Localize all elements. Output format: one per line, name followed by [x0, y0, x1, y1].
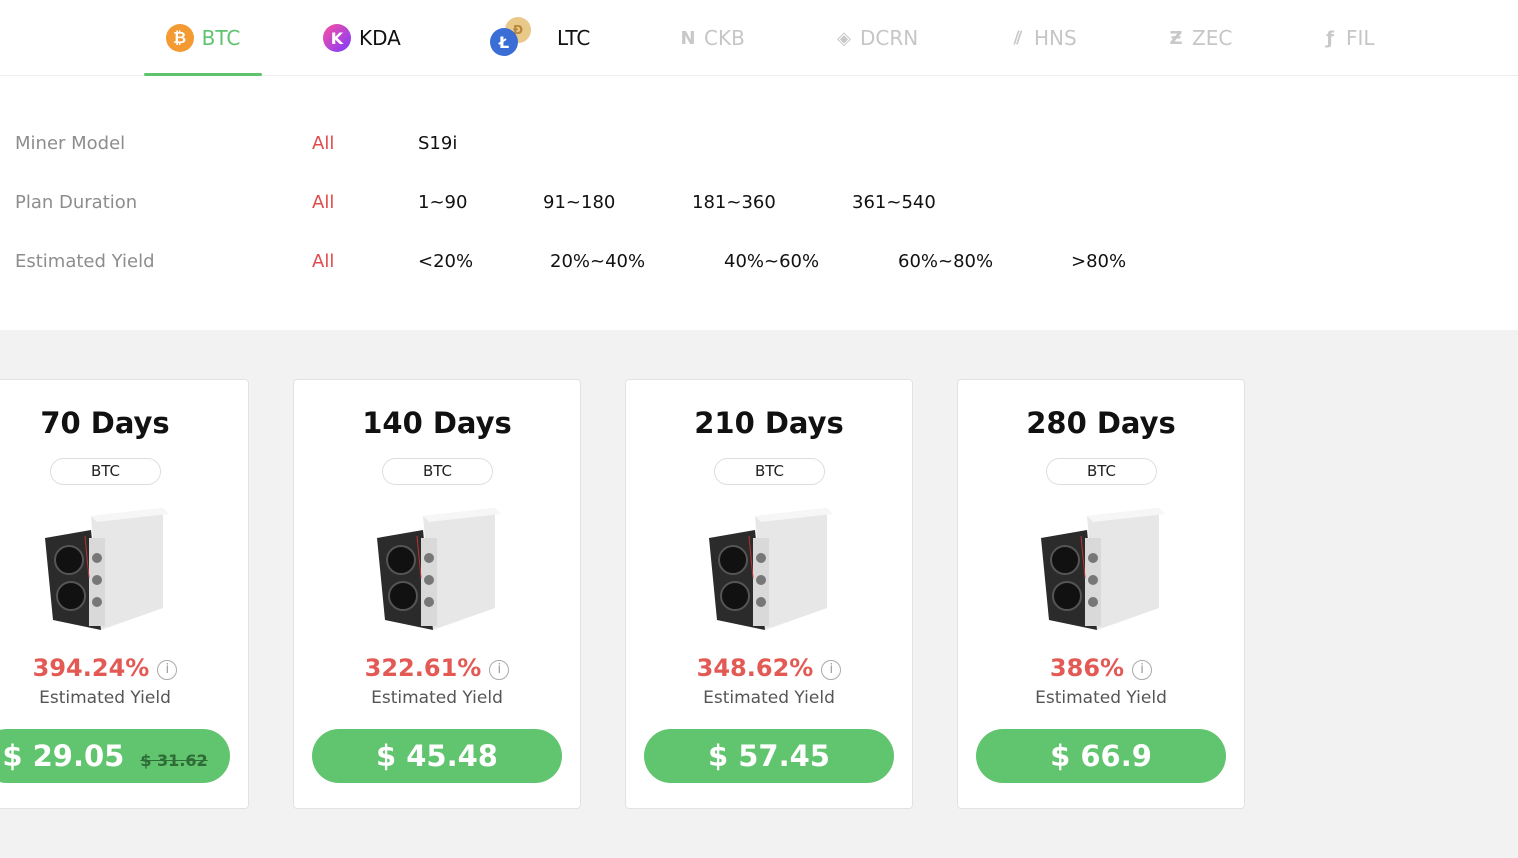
info-icon[interactable]: i [157, 660, 178, 680]
filter-option-60-80[interactable]: 60%~80% [898, 251, 993, 272]
tab-label: BTC [201, 26, 241, 50]
tab-label: HNS [1034, 26, 1077, 50]
tab-ltc[interactable]: Ð Ł LTC [490, 0, 590, 76]
tab-label: ZEC [1192, 26, 1233, 50]
tab-kda[interactable]: K KDA [323, 0, 401, 76]
yield-percent: 386% [1049, 654, 1125, 682]
filter-option-all[interactable]: All [312, 251, 334, 272]
price: $ 29.05 [2, 739, 125, 773]
tab-zec[interactable]: Ƶ ZEC [1164, 0, 1232, 76]
coin-badge: BTC [50, 458, 161, 485]
price: $ 57.45 [707, 739, 830, 773]
coin-badge: BTC [382, 458, 493, 485]
filter-option-40-60[interactable]: 40%~60% [724, 251, 819, 272]
buy-button[interactable]: $ 29.05 $ 31.62 [0, 729, 230, 783]
filter-option-91-180[interactable]: 91~180 [543, 192, 615, 213]
estimated-yield-label: Estimated Yield [39, 688, 171, 708]
plan-duration-title: 70 Days [40, 406, 170, 440]
filter-option-181-360[interactable]: 181~360 [692, 192, 776, 213]
filter-option-all[interactable]: All [312, 192, 334, 213]
tab-btc[interactable]: ₿ BTC [144, 0, 262, 76]
estimated-yield-value: 394.24% i [0, 654, 248, 682]
tab-label: FIL [1346, 26, 1375, 50]
original-price: $ 31.62 [140, 751, 208, 770]
coin-badge: BTC [1046, 458, 1157, 485]
estimated-yield-label: Estimated Yield [1035, 688, 1167, 708]
filter-label: Estimated Yield [15, 250, 155, 272]
tab-fil[interactable]: ƒ FIL [1318, 0, 1375, 76]
price: $ 45.48 [375, 739, 498, 773]
decred-icon: ◈ [837, 27, 851, 49]
tab-label: LTC [557, 26, 591, 50]
handshake-icon: ⫽ [1013, 27, 1023, 49]
buy-button[interactable]: $ 45.48 [312, 729, 562, 783]
price: $ 66.9 [1050, 739, 1152, 773]
litecoin-coin: Ł [490, 28, 518, 56]
litecoin-icon: Ð Ł [490, 15, 534, 60]
filter-panel: Miner Model All S19i Plan Duration All 1… [0, 76, 1518, 330]
plan-card[interactable]: 280 Days BTC 386% i Estimated Yield $ 66.… [957, 379, 1245, 809]
buy-button[interactable]: $ 66.9 [976, 729, 1226, 783]
yield-percent: 322.61% [364, 654, 482, 682]
tab-label: DCRN [860, 26, 919, 50]
plan-card[interactable]: 210 Days BTC 348.62% i Estimated Yield $ … [625, 379, 913, 809]
estimated-yield-value: 386% i [958, 654, 1244, 682]
plan-duration-title: 210 Days [694, 406, 844, 440]
tab-label: KDA [359, 26, 401, 50]
filter-label: Plan Duration [15, 191, 138, 213]
info-icon[interactable]: i [1132, 660, 1153, 680]
coin-tab-bar: ₿ BTC K KDA Ð Ł LTC Ν CKB ◈ DCRN ⫽ HNS Ƶ… [0, 0, 1518, 76]
filter-option-s19i[interactable]: S19i [418, 133, 457, 154]
estimated-yield-value: 348.62% i [626, 654, 912, 682]
plan-card[interactable]: 140 Days BTC 322.61% i Estimated Yield $ … [293, 379, 581, 809]
yield-percent: 394.24% [32, 654, 150, 682]
tab-ckb[interactable]: Ν CKB [676, 0, 745, 76]
asic-miner-image [1041, 508, 1165, 630]
plan-card[interactable]: 70 Days BTC 394.24% i Estimated Yield $ 2… [0, 379, 249, 809]
kadena-icon: K [323, 24, 351, 52]
filter-option-gt-80[interactable]: >80% [1071, 251, 1126, 272]
estimated-yield-label: Estimated Yield [703, 688, 835, 708]
estimated-yield-label: Estimated Yield [371, 688, 503, 708]
tab-dcrn[interactable]: ◈ DCRN [832, 0, 918, 76]
buy-button[interactable]: $ 57.45 [644, 729, 894, 783]
yield-percent: 348.62% [696, 654, 814, 682]
asic-miner-image [377, 508, 501, 630]
asic-miner-image [709, 508, 833, 630]
filter-label: Miner Model [15, 132, 126, 154]
nervos-icon: Ν [680, 27, 696, 49]
filter-option-all[interactable]: All [312, 133, 334, 154]
filter-option-361-540[interactable]: 361~540 [852, 192, 936, 213]
info-icon[interactable]: i [489, 660, 510, 680]
filter-option-lt-20[interactable]: <20% [418, 251, 473, 272]
filter-option-20-40[interactable]: 20%~40% [550, 251, 645, 272]
filecoin-icon: ƒ [1326, 27, 1334, 49]
plan-duration-title: 280 Days [1026, 406, 1176, 440]
plan-duration-title: 140 Days [362, 406, 512, 440]
filter-option-1-90[interactable]: 1~90 [418, 192, 467, 213]
zcash-icon: Ƶ [1169, 27, 1183, 49]
bitcoin-icon: ₿ [165, 24, 194, 52]
estimated-yield-value: 322.61% i [294, 654, 580, 682]
tab-hns[interactable]: ⫽ HNS [1006, 0, 1077, 76]
coin-badge: BTC [714, 458, 825, 485]
tab-label: CKB [704, 26, 745, 50]
info-icon[interactable]: i [821, 660, 842, 680]
asic-miner-image [45, 508, 169, 630]
